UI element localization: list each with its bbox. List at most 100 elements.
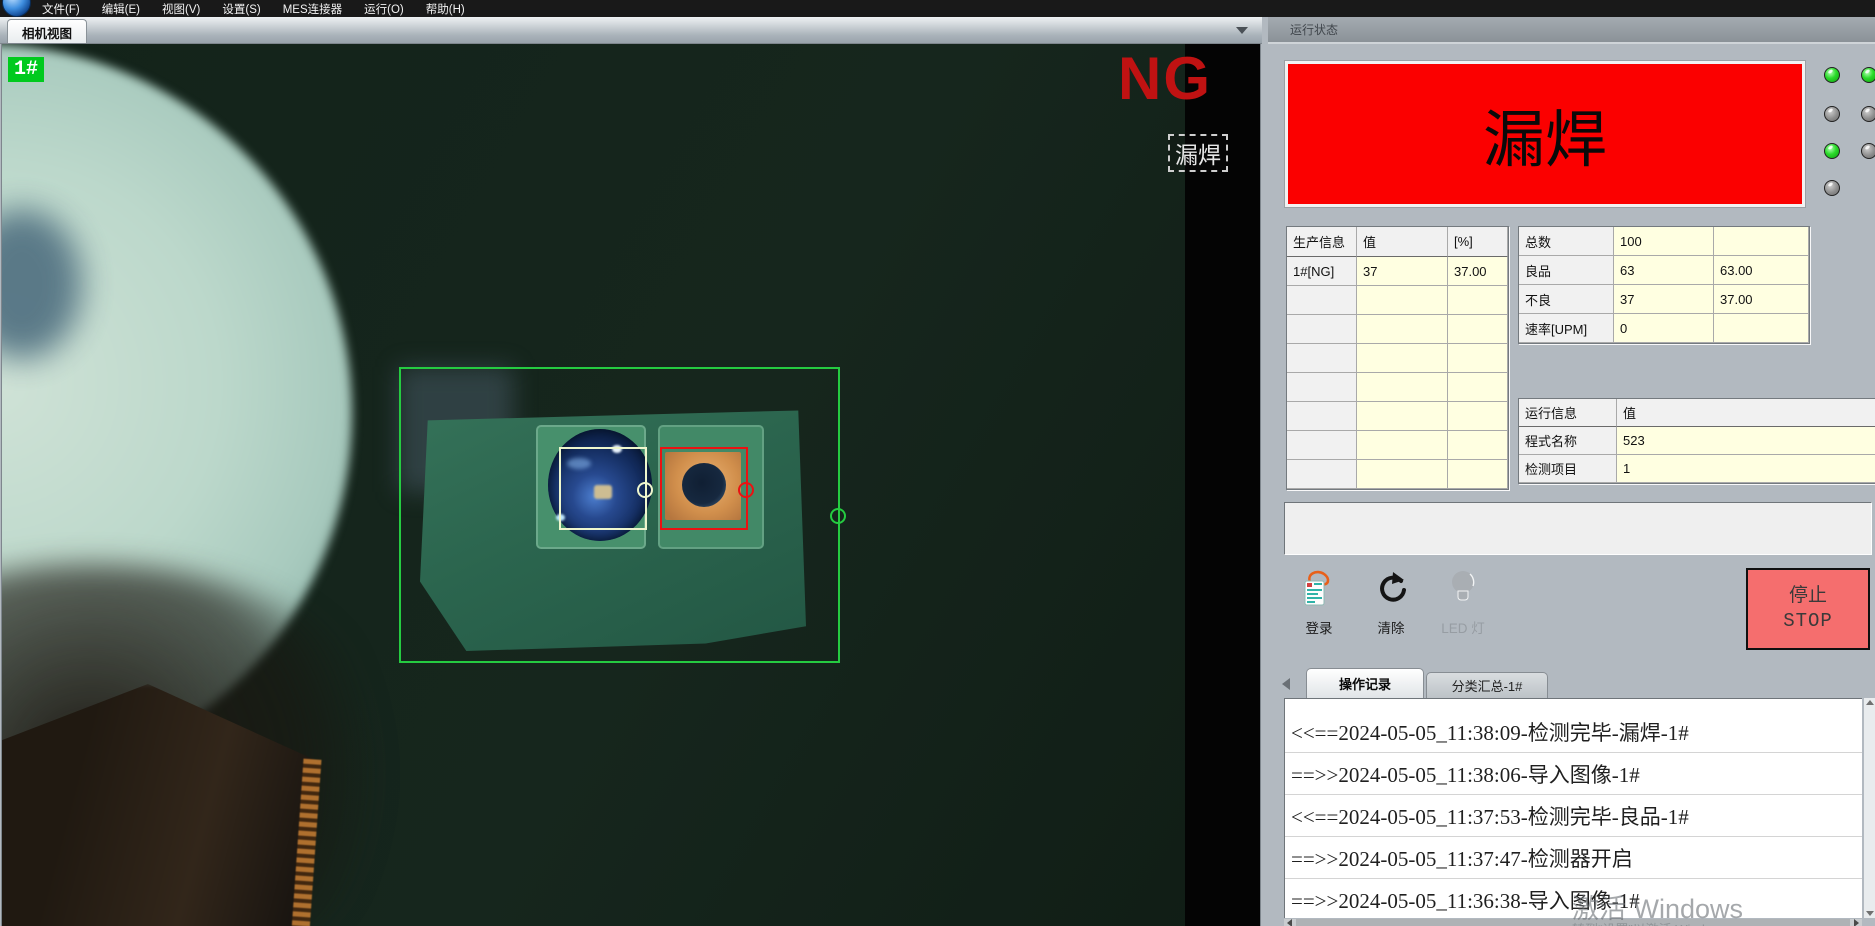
tab-scroll-left-icon[interactable] [1282,678,1290,690]
table-cell [1287,344,1357,373]
table-cell [1357,373,1448,402]
led-indicator [1824,180,1840,196]
button-label: 清除 [1378,617,1405,637]
clear-button[interactable]: 清除 [1360,568,1422,648]
badge-icon [1301,568,1337,613]
table-cell: 37.00 [1448,257,1508,286]
table-cell [1714,227,1809,256]
scroll-down-icon[interactable] [1866,911,1874,916]
led-light-button[interactable]: LED 灯 [1428,568,1498,648]
camera-image-black-region [1185,44,1260,926]
table-cell [1357,344,1448,373]
table-cell: 0 [1614,314,1714,343]
menu-item-settings[interactable]: 设置(S) [222,1,260,17]
table-cell [1287,431,1357,460]
tab-class-summary[interactable]: 分类汇总-1# [1426,672,1548,698]
refresh-icon [1373,568,1409,613]
led-indicator [1824,106,1840,122]
table-cell: 检测项目 [1519,455,1617,483]
run-info-table: 运行信息 值 程式名称 523 检测项目 1 [1518,398,1875,484]
menu-item-mes-connector[interactable]: MES连接器 [283,1,342,17]
table-cell [1287,373,1357,402]
chevron-down-icon[interactable] [1236,27,1248,34]
light-bulb-icon [1445,568,1481,613]
table-cell: 37.00 [1714,285,1809,314]
table-cell: 63 [1614,256,1714,285]
table-cell: 速率[UPM] [1519,314,1614,343]
tab-operation-log[interactable]: 操作记录 [1306,668,1424,698]
table-cell [1357,286,1448,315]
stop-label-cn: 停止 [1789,584,1827,609]
log-entry: ==>>2024-05-05_11:38:06-导入图像-1# [1285,753,1862,795]
column-header: 运行信息 [1519,399,1617,427]
table-cell [1714,314,1809,343]
table-cell [1357,431,1448,460]
menu-item-file[interactable]: 文件(F) [42,1,80,17]
roi-box-main [399,367,840,663]
camera-viewport[interactable]: 1# NG 漏焊 [1,43,1261,926]
log-vertical-scrollbar[interactable] [1864,698,1875,918]
defect-label: 漏焊 [1168,134,1228,172]
status-banner-frame: 漏焊 [1284,60,1806,208]
station-badge: 1# [8,57,44,82]
table-cell: 523 [1617,427,1875,455]
menu-item-run[interactable]: 运行(O) [364,1,404,17]
led-indicator [1861,67,1875,83]
led-indicator [1861,106,1875,122]
table-cell [1448,402,1508,431]
table-cell [1287,460,1357,489]
table-cell: 不良 [1519,285,1614,314]
log-entry: <<==2024-05-05_11:38:09-检测完毕-漏焊-1# [1285,711,1862,753]
menu-item-edit[interactable]: 编辑(E) [102,1,140,17]
log-entry: <<==2024-05-05_11:37:53-检测完毕-良品-1# [1285,795,1862,837]
tab-camera-view[interactable]: 相机视图 [7,19,87,44]
table-cell [1287,286,1357,315]
message-box[interactable] [1284,502,1872,555]
login-button[interactable]: 登录 [1288,568,1350,648]
table-cell [1357,315,1448,344]
scroll-right-icon[interactable] [1854,919,1859,926]
table-cell [1448,431,1508,460]
table-cell: 63.00 [1714,256,1809,285]
table-cell [1357,402,1448,431]
menu-bar: 文件(F) 编辑(E) 视图(V) 设置(S) MES连接器 运行(O) 帮助(… [0,0,1875,17]
app-window: 文件(F) 编辑(E) 视图(V) 设置(S) MES连接器 运行(O) 帮助(… [0,0,1875,926]
table-cell [1448,315,1508,344]
stop-button[interactable]: 停止 STOP [1746,568,1870,650]
table-cell [1357,460,1448,489]
table-cell: 1 [1617,455,1875,483]
roi-notch [830,508,846,524]
column-header: 值 [1357,227,1448,257]
table-cell [1448,344,1508,373]
menu-item-view[interactable]: 视图(V) [162,1,200,17]
table-cell: 良品 [1519,256,1614,285]
status-banner: 漏焊 [1288,64,1802,204]
production-table: 生产信息 值 [%] 1#[NG] 37 37.00 [1286,226,1509,490]
scroll-left-icon[interactable] [1287,919,1292,926]
panel-title: 运行状态 [1290,21,1338,38]
camera-tabstrip: 相机视图 [0,17,1262,44]
windows-activation-watermark-line2: 转到“设置”以激活 Windows。 [1572,919,1741,926]
table-cell: 37 [1614,285,1714,314]
app-logo-icon[interactable] [2,0,31,17]
run-status-panel: 运行状态 漏焊 生产信息 值 [%] 1#[NG] 37 37.00 [1268,17,1875,926]
table-cell: 总数 [1519,227,1614,256]
stop-label-en: STOP [1783,609,1833,634]
led-indicator [1861,143,1875,159]
led-indicator [1824,67,1840,83]
table-cell [1287,315,1357,344]
table-cell: 1#[NG] [1287,257,1357,286]
led-indicator [1824,143,1840,159]
menu-item-help[interactable]: 帮助(H) [426,1,465,17]
table-cell [1287,402,1357,431]
button-label: LED 灯 [1441,617,1485,637]
table-cell: 37 [1357,257,1448,286]
column-header: 生产信息 [1287,227,1357,257]
operation-log-list[interactable]: <<==2024-05-05_11:38:09-检测完毕-漏焊-1# ==>>2… [1284,698,1862,918]
panel-title-bar: 运行状态 [1268,17,1875,44]
table-cell: 100 [1614,227,1714,256]
scroll-up-icon[interactable] [1866,700,1874,705]
table-cell: 程式名称 [1519,427,1617,455]
result-text: NG [1118,44,1212,113]
button-label: 登录 [1306,617,1333,637]
